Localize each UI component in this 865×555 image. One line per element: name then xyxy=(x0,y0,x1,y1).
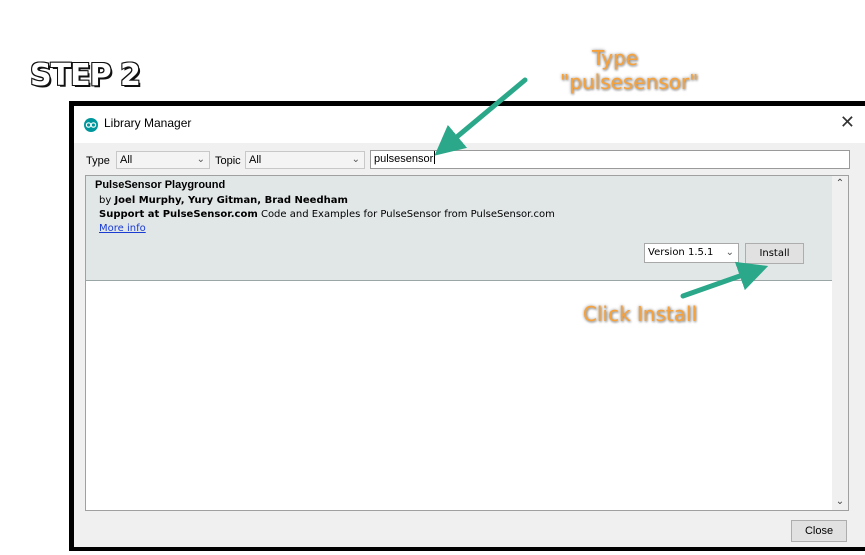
arrow-to-search xyxy=(434,77,528,156)
annotation-arrows xyxy=(434,77,769,299)
arrow-to-install xyxy=(680,261,769,299)
